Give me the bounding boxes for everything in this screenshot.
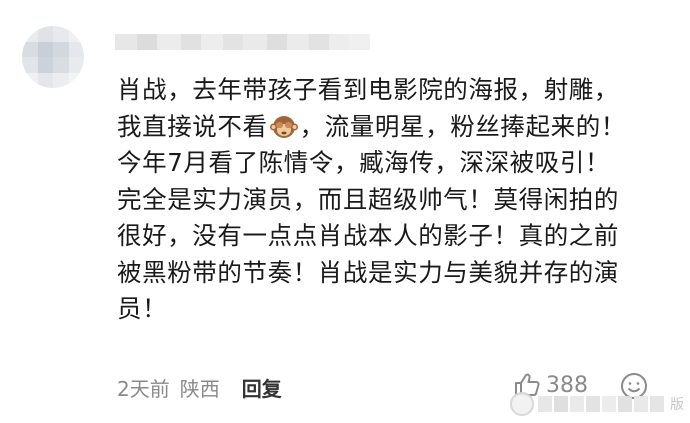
comment-line-segment: ，流量明星，粉丝捧起来的！ [299,111,626,141]
comment-line: 我直接说不看 ，流量明星，粉丝捧起来的！ [117,109,677,146]
see-no-evil-monkey-icon [269,115,298,138]
watermark-blurred-text [538,396,666,412]
comment-text: 肖战，去年带孩子看到电影院的海报，射雕， 我直接说不看 ，流量明星，粉丝捧起来的… [117,72,677,328]
watermark-logo-icon [510,392,534,416]
comment-meta: 2天前 陕西 回复 [117,372,282,402]
comment-time: 2天前 [117,376,170,401]
watermark: 版 [510,392,684,416]
comment-line: 今年7月看了陈情令，臧海传，深深被吸引！ [117,148,611,177]
avatar[interactable] [22,26,84,88]
comment-line-segment: 我直接说不看 [117,111,268,141]
comment-line: 肖战，去年带孩子看到电影院的海报，射雕， [117,75,619,104]
comment-card: 肖战，去年带孩子看到电影院的海报，射雕， 我直接说不看 ，流量明星，粉丝捧起来的… [0,0,690,423]
comment-location: 陕西 [179,376,220,401]
comment-line: 员！ [117,294,168,323]
comment-line: 很好，没有一点点肖战本人的影子！真的之前 [117,221,619,250]
watermark-text: 版 [670,397,684,413]
comment-line: 完全是实力演员，而且超级帅气！莫得闲拍的 [117,184,619,214]
comment-line: 被黑粉带的节奏！肖战是实力与美貌并存的演 [117,257,619,287]
reply-button[interactable]: 回复 [242,373,282,402]
username-pixelated[interactable] [115,34,370,50]
